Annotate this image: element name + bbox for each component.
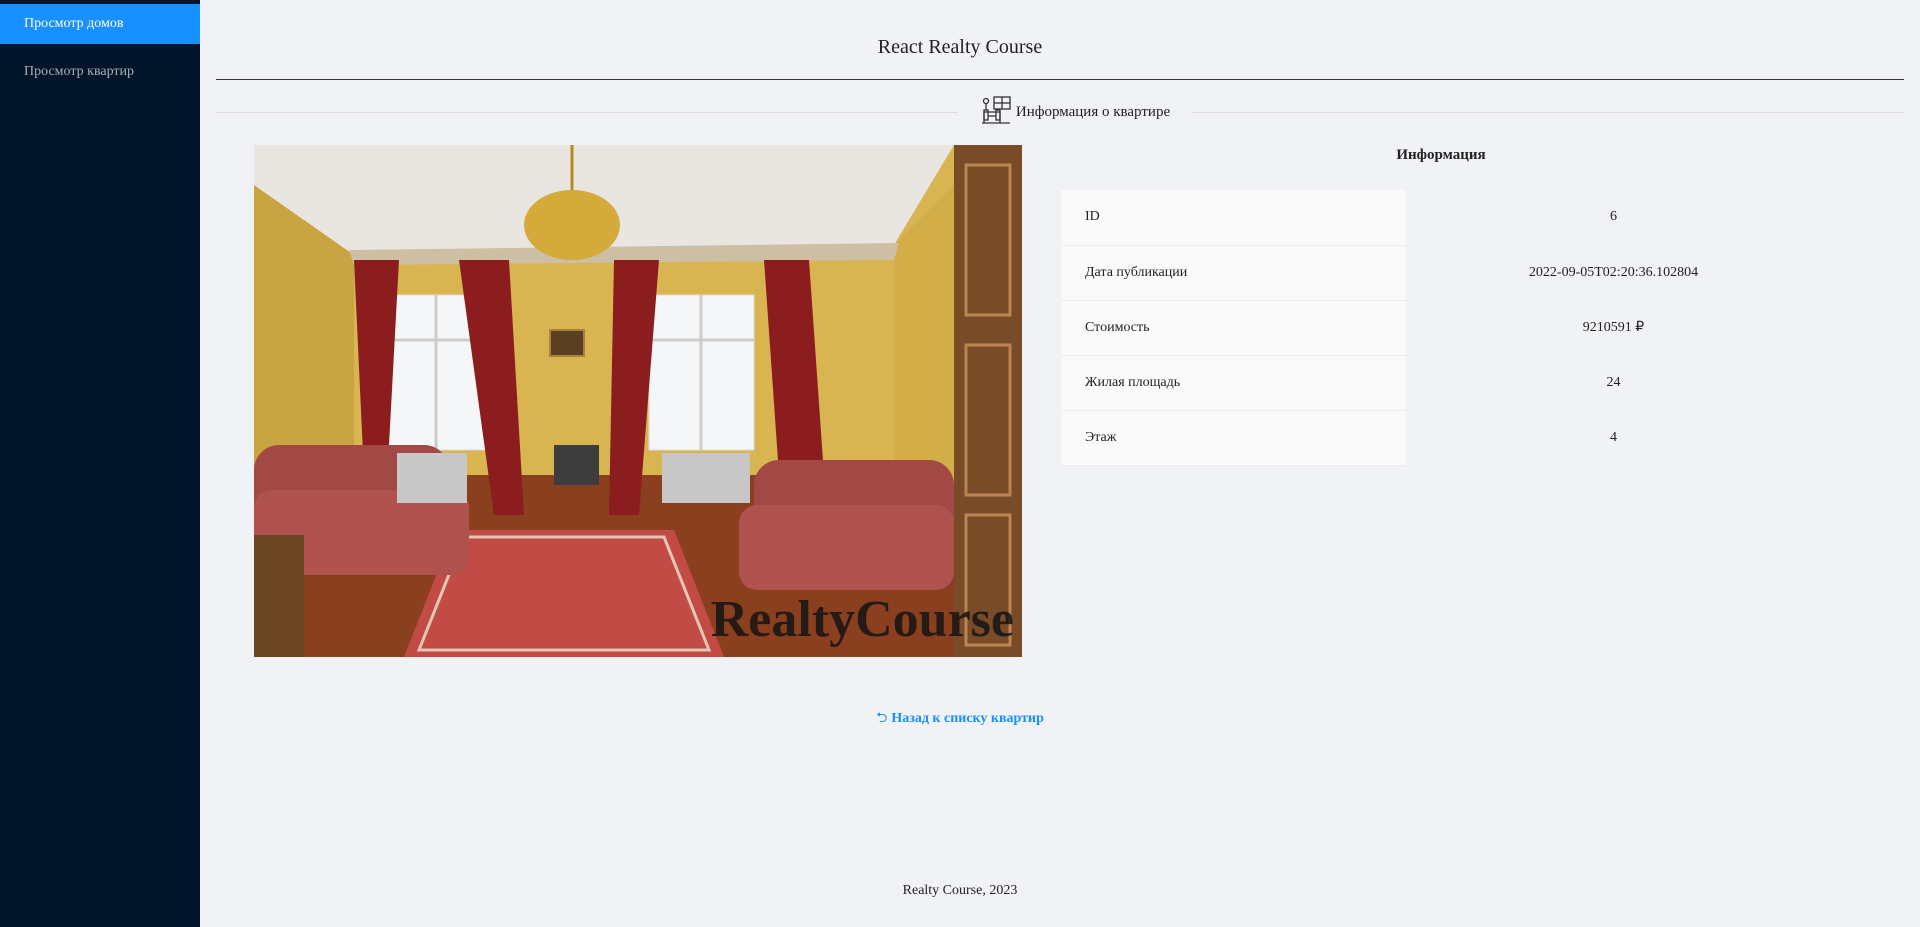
- info-row: Этаж 4: [1061, 410, 1821, 466]
- info-key: Дата публикации: [1061, 245, 1406, 301]
- info-row: Жилая площадь 24: [1061, 355, 1821, 411]
- info-value: 6: [1406, 190, 1821, 246]
- photo-watermark: RealtyCourse: [710, 591, 1014, 648]
- info-title: Информация: [1396, 147, 1486, 163]
- info-value: 4: [1406, 410, 1821, 466]
- back-link-label: Назад к списку квартир: [891, 711, 1044, 726]
- page-title: React Realty Course: [877, 36, 1043, 58]
- sidebar-item-houses[interactable]: Просмотр домов: [0, 4, 200, 44]
- info-key: Этаж: [1061, 410, 1406, 466]
- info-value: 2022-09-05T02:20:36.102804: [1406, 245, 1821, 301]
- info-value: 9210591 ₽: [1406, 300, 1821, 356]
- section-divider: Информация о квартире: [216, 95, 1904, 129]
- info-row: Дата публикации 2022-09-05T02:20:36.10280…: [1061, 245, 1821, 301]
- info-key: Жилая площадь: [1061, 355, 1406, 411]
- section-title: Информация о квартире: [1015, 103, 1171, 120]
- sidebar-item-apartments[interactable]: Просмотр квартир: [0, 52, 200, 92]
- apartment-icon: [980, 95, 1012, 129]
- sidebar: Просмотр домов Просмотр квартир: [0, 0, 200, 927]
- return-icon: ⮌: [876, 711, 888, 726]
- footer: Realty Course, 2023: [902, 883, 1018, 898]
- info-row: Стоимость 9210591 ₽: [1061, 300, 1821, 356]
- main-content: React Realty Course Информация о квартир…: [200, 0, 1920, 927]
- info-row: ID 6: [1061, 190, 1821, 246]
- info-value: 24: [1406, 355, 1821, 411]
- info-key: Стоимость: [1061, 300, 1406, 356]
- back-to-apartments-link[interactable]: ⮌ Назад к списку квартир: [200, 707, 1720, 731]
- header-divider: [216, 79, 1904, 80]
- info-key: ID: [1061, 190, 1406, 246]
- apartment-photo: RealtyCourse: [254, 145, 1022, 657]
- info-table: ID 6 Дата публикации 2022-09-05T02:20:36.10…: [1061, 190, 1821, 466]
